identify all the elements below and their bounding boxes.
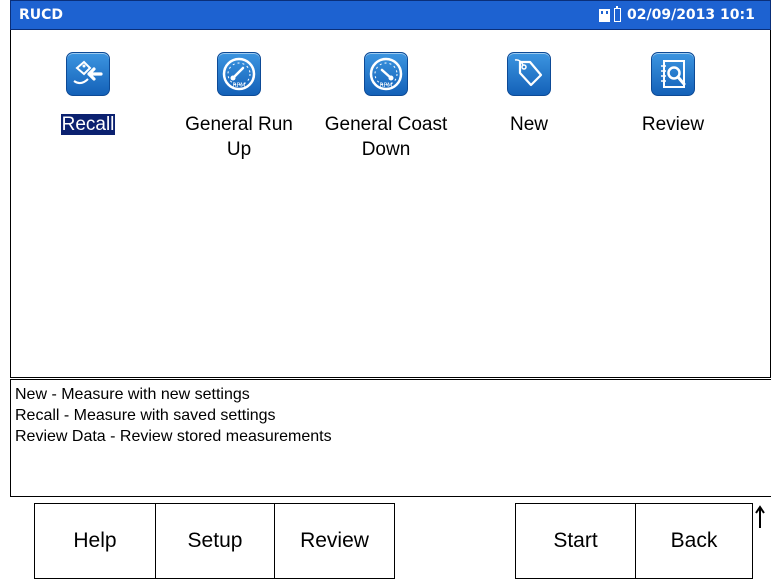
back-button[interactable]: Back [635, 503, 753, 579]
tag-icon [507, 52, 551, 96]
tile-recall[interactable]: Recall [45, 52, 131, 137]
title-bar: RUCD 02/09/2013 10:1 [10, 0, 771, 30]
arrow-up-icon [755, 505, 765, 528]
help-description-box: New - Measure with new settings Recall -… [10, 379, 771, 497]
datetime: 02/09/2013 10:1 [627, 7, 755, 23]
help-button[interactable]: Help [34, 503, 156, 579]
recall-arrow-icon [66, 52, 110, 96]
icon-panel: Recall RPM General Run Up RPM General Co… [10, 30, 771, 378]
tile-general-coast-down[interactable]: RPM General Coast Down [311, 52, 461, 162]
tile-review[interactable]: Review [621, 52, 725, 137]
help-line: New - Measure with new settings [15, 386, 250, 403]
start-button[interactable]: Start [515, 503, 636, 579]
memory-card-icon [599, 8, 610, 22]
battery-icon [614, 6, 621, 22]
tile-label: General Run Up [185, 114, 293, 160]
help-line: Review Data - Review stored measurements [15, 428, 332, 445]
tile-new[interactable]: New [486, 52, 572, 137]
review-button[interactable]: Review [274, 503, 395, 579]
tile-general-run-up[interactable]: RPM General Run Up [170, 52, 308, 162]
tile-label: General Coast Down [324, 114, 448, 160]
rpm-gauge-icon: RPM [364, 52, 408, 96]
svg-text:RPM: RPM [233, 82, 246, 89]
rpm-gauge-icon: RPM [217, 52, 261, 96]
notebook-search-icon [651, 52, 695, 96]
help-line: Recall - Measure with saved settings [15, 407, 276, 424]
tile-label: Recall [59, 113, 117, 136]
setup-button[interactable]: Setup [155, 503, 275, 579]
status-area: 02/09/2013 10:1 [599, 6, 755, 23]
tile-label: New [509, 114, 548, 135]
app-title: RUCD [19, 7, 64, 23]
svg-text:RPM: RPM [380, 82, 393, 89]
tile-label: Review [641, 114, 705, 135]
